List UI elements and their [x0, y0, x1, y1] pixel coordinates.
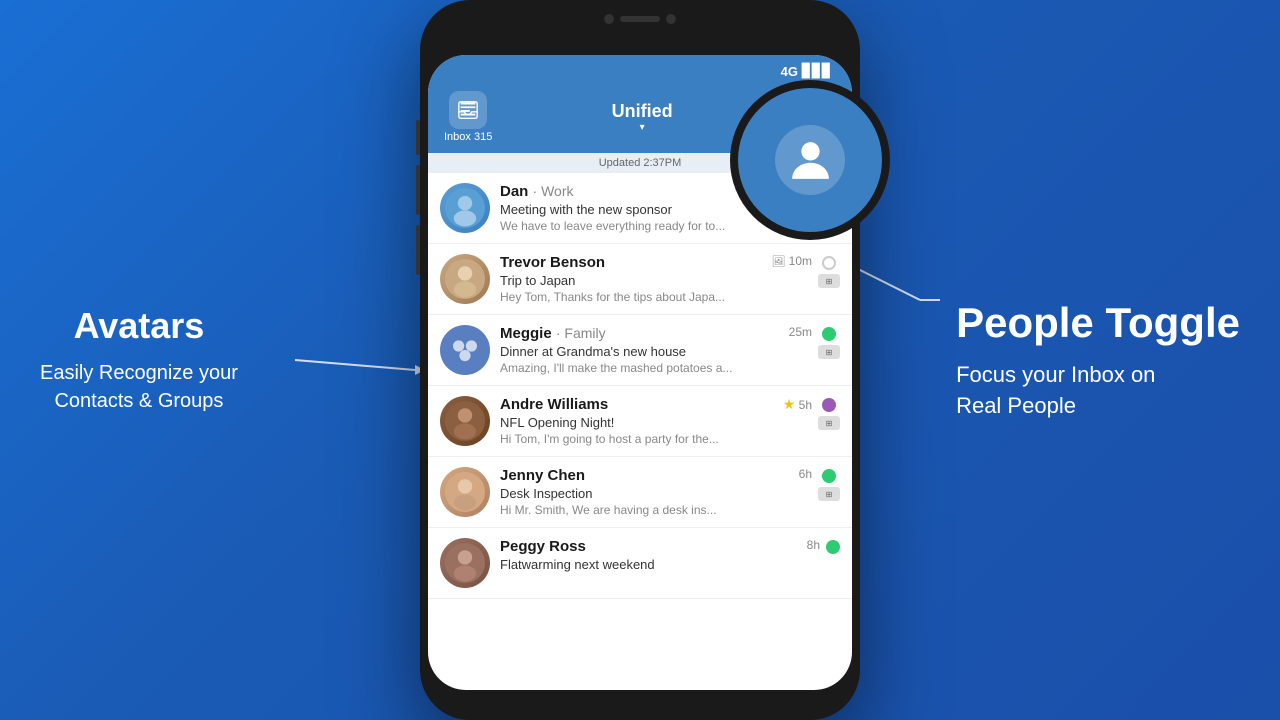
- phone-frame: 4G ▊▊▊ Inbox 315: [420, 0, 860, 720]
- action-indicator-jenny: ⊞: [818, 487, 840, 501]
- avatar-meggie: [440, 325, 490, 375]
- email-time-peggy: 8h: [807, 538, 820, 552]
- email-sender-dan: Dan · Work: [500, 183, 573, 200]
- unread-indicator-andre: [822, 398, 836, 412]
- left-annotation-title: Avatars: [40, 305, 238, 347]
- right-annotation-title: People Toggle: [956, 298, 1240, 348]
- phone: 4G ▊▊▊ Inbox 315: [420, 0, 860, 720]
- people-toggle-magnified: [775, 125, 845, 195]
- mute-button: [416, 120, 420, 155]
- unread-indicator-peggy: [826, 540, 840, 554]
- email-item-trevor[interactable]: Trevor Benson 🖼 10m Trip to Japan Hey To…: [428, 244, 852, 315]
- unread-indicator-meggie: [822, 327, 836, 341]
- magnify-circle: [730, 80, 890, 240]
- email-indicators-andre: ⊞: [818, 398, 840, 430]
- email-subject-peggy: Flatwarming next weekend: [500, 557, 820, 572]
- email-sender-trevor: Trevor Benson: [500, 254, 605, 271]
- email-item-peggy[interactable]: Peggy Ross 8h Flatwarming next weekend: [428, 528, 852, 599]
- email-preview-trevor: Hey Tom, Thanks for the tips about Japa.…: [500, 290, 812, 304]
- email-indicators-trevor: ⊞: [818, 256, 840, 288]
- avatar-andre: [440, 396, 490, 446]
- magnify-content: [775, 125, 845, 195]
- left-annotation: Avatars Easily Recognize yourContacts & …: [40, 305, 238, 415]
- email-content-jenny: Jenny Chen 6h Desk Inspection Hi Mr. Smi…: [500, 467, 812, 517]
- status-bar: 4G ▊▊▊: [428, 55, 852, 83]
- avatar-trevor: [440, 254, 490, 304]
- avatar-peggy: [440, 538, 490, 588]
- front-camera: [604, 14, 614, 24]
- email-sender-meggie: Meggie · Family: [500, 325, 606, 342]
- email-content-trevor: Trevor Benson 🖼 10m Trip to Japan Hey To…: [500, 254, 812, 304]
- email-subject-andre: NFL Opening Night!: [500, 415, 812, 430]
- action-indicator-trevor: ⊞: [818, 274, 840, 288]
- sensor: [666, 14, 676, 24]
- inbox-button[interactable]: Inbox 315: [444, 91, 492, 143]
- email-content-andre: Andre Williams ★ 5h NFL Opening Night! H…: [500, 396, 812, 446]
- avatar-jenny: [440, 467, 490, 517]
- dropdown-chevron[interactable]: ▾: [612, 122, 673, 133]
- inbox-label: Inbox 315: [444, 131, 492, 143]
- email-subject-trevor: Trip to Japan: [500, 273, 812, 288]
- email-preview-meggie: Amazing, I'll make the mashed potatoes a…: [500, 361, 812, 375]
- action-indicator-meggie: ⊞: [818, 345, 840, 359]
- avatar-dan: [440, 183, 490, 233]
- email-time-trevor: 🖼 10m: [771, 254, 812, 268]
- email-time-jenny: 6h: [799, 467, 812, 481]
- unified-label: Unified: [612, 101, 673, 122]
- left-annotation-subtitle: Easily Recognize yourContacts & Groups: [40, 359, 238, 415]
- speaker: [620, 16, 660, 22]
- email-subject-jenny: Desk Inspection: [500, 486, 812, 501]
- email-sender-andre: Andre Williams: [500, 396, 608, 413]
- right-annotation-subtitle: Focus your Inbox onReal People: [956, 360, 1240, 422]
- email-preview-jenny: Hi Mr. Smith, We are having a desk ins..…: [500, 503, 812, 517]
- email-indicators-meggie: ⊞: [818, 327, 840, 359]
- header-center: Unified ▾: [612, 101, 673, 133]
- email-item-andre[interactable]: Andre Williams ★ 5h NFL Opening Night! H…: [428, 386, 852, 457]
- email-preview-andre: Hi Tom, I'm going to host a party for th…: [500, 432, 812, 446]
- email-subject-meggie: Dinner at Grandma's new house: [500, 344, 812, 359]
- email-indicators-jenny: ⊞: [818, 469, 840, 501]
- signal-bars: ▊▊▊: [802, 63, 832, 79]
- email-sender-jenny: Jenny Chen: [500, 467, 585, 484]
- email-indicators-peggy: [826, 540, 840, 554]
- unread-indicator-jenny: [822, 469, 836, 483]
- email-content-meggie: Meggie · Family 25m Dinner at Grandma's …: [500, 325, 812, 375]
- volume-up-button: [416, 165, 420, 215]
- email-time-meggie: 25m: [789, 325, 812, 339]
- unread-indicator-trevor: [822, 256, 836, 270]
- email-item-meggie[interactable]: Meggie · Family 25m Dinner at Grandma's …: [428, 315, 852, 386]
- inbox-icon: [449, 91, 487, 129]
- action-indicator-andre: ⊞: [818, 416, 840, 430]
- email-sender-peggy: Peggy Ross: [500, 538, 586, 555]
- email-item-jenny[interactable]: Jenny Chen 6h Desk Inspection Hi Mr. Smi…: [428, 457, 852, 528]
- phone-notch: [580, 8, 700, 30]
- email-time-andre: ★ 5h: [783, 396, 812, 413]
- right-annotation: People Toggle Focus your Inbox onReal Pe…: [956, 298, 1240, 422]
- email-content-peggy: Peggy Ross 8h Flatwarming next weekend: [500, 538, 820, 574]
- network-status: 4G: [781, 64, 798, 79]
- volume-down-button: [416, 225, 420, 275]
